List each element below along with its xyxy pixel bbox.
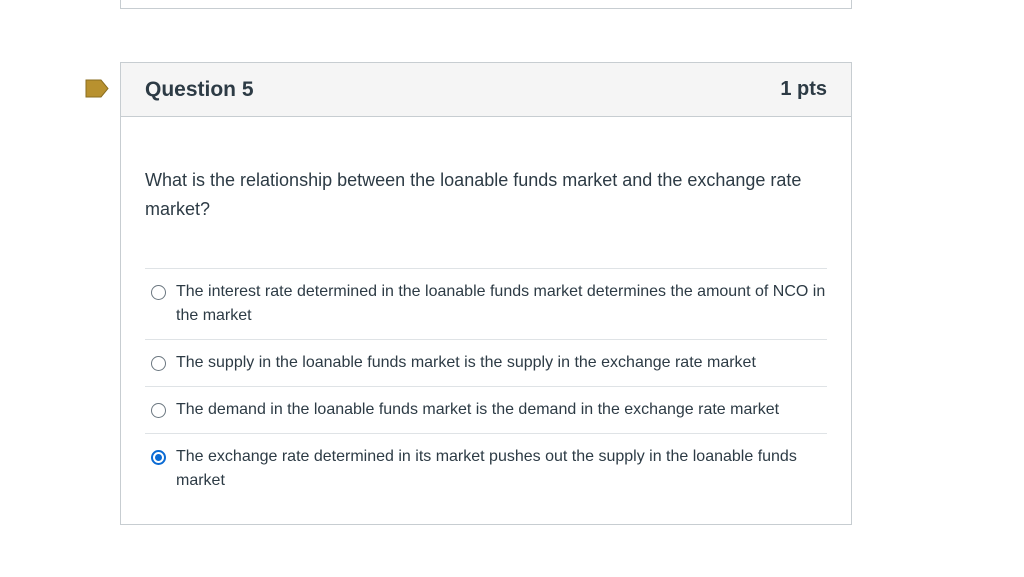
previous-question-box	[120, 0, 852, 9]
question-points: 1 pts	[780, 78, 827, 100]
question-text: What is the relationship between the loa…	[145, 170, 802, 219]
radio-button-1[interactable]	[151, 285, 166, 300]
question-card: Question 5 1 pts What is the relationshi…	[120, 62, 852, 525]
radio-button-3[interactable]	[151, 403, 166, 418]
answer-option-3[interactable]: The demand in the loanable funds market …	[145, 386, 827, 433]
radio-button-4-selected[interactable]	[151, 450, 166, 465]
answer-option-4[interactable]: The exchange rate determined in its mark…	[145, 433, 827, 504]
answer-label-3: The demand in the loanable funds market …	[176, 401, 780, 418]
answer-list: The interest rate determined in the loan…	[145, 268, 827, 504]
answer-option-2[interactable]: The supply in the loanable funds market …	[145, 339, 827, 386]
answer-label-4: The exchange rate determined in its mark…	[176, 448, 797, 489]
bookmark-flag-icon[interactable]	[85, 79, 109, 98]
answer-option-1[interactable]: The interest rate determined in the loan…	[145, 268, 827, 339]
answer-label-1: The interest rate determined in the loan…	[176, 283, 826, 324]
question-header: Question 5 1 pts	[121, 63, 851, 117]
radio-button-2[interactable]	[151, 356, 166, 371]
question-title: Question 5	[145, 77, 254, 101]
answer-label-2: The supply in the loanable funds market …	[176, 354, 756, 371]
